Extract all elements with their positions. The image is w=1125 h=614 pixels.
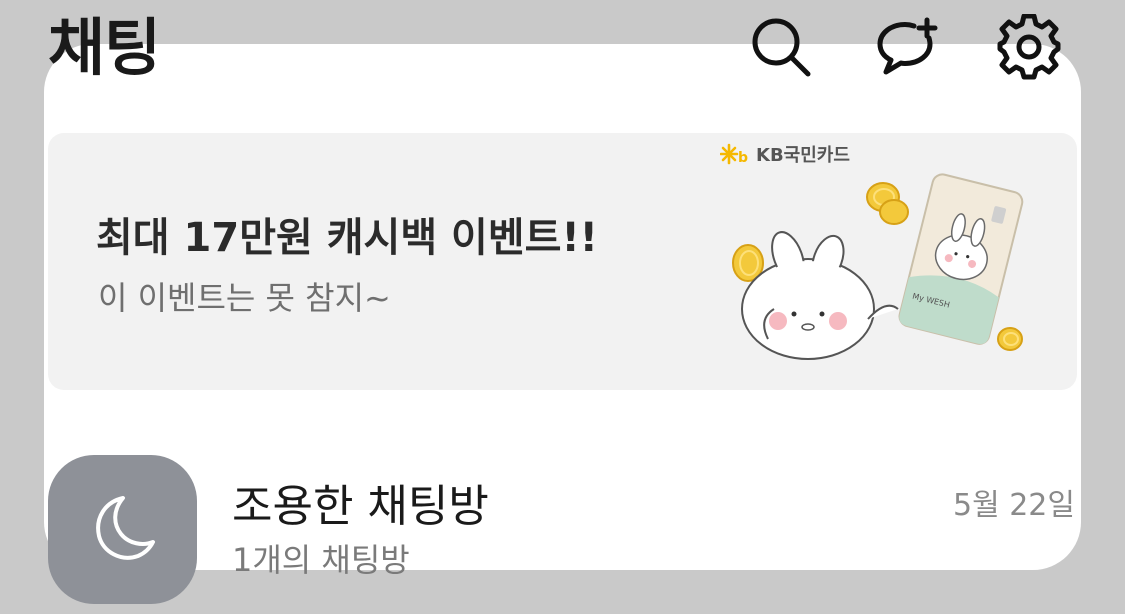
search-icon[interactable] [748,14,814,80]
moon-icon [95,495,155,560]
kb-star-icon: b [720,143,748,165]
credit-card: My WESH [898,173,1024,345]
chat-room-preview: 1개의 채팅방 [232,541,410,579]
brand-name: KB국민카드 [756,145,850,166]
promo-banner[interactable]: 최대 17만원 캐시백 이벤트!! 이 이벤트는 못 참지~ b KB국민카드 [48,133,1077,390]
new-chat-icon[interactable] [874,14,940,80]
chat-screen: 채팅 최대 17만원 캐시백 이벤트!! 이 이벤트는 못 참지~ b KB국민… [0,0,1125,614]
promo-illustration: My WESH [732,173,1024,360]
banner-title: 최대 17만원 캐시백 이벤트!! [96,215,598,261]
settings-icon[interactable] [996,14,1062,80]
coin-top [866,182,909,225]
svg-text:b: b [738,150,748,165]
page-title: 채팅 [48,11,161,84]
banner-subtitle: 이 이벤트는 못 참지~ [98,279,391,317]
chat-room-date: 5월 22일 [953,488,1075,523]
coin-right [997,327,1023,351]
bunny-character [741,231,899,360]
chat-room-name[interactable]: 조용한 채팅방 [232,470,489,534]
chat-room-avatar[interactable] [48,455,197,604]
brand-logo: b KB국민카드 [720,141,850,167]
